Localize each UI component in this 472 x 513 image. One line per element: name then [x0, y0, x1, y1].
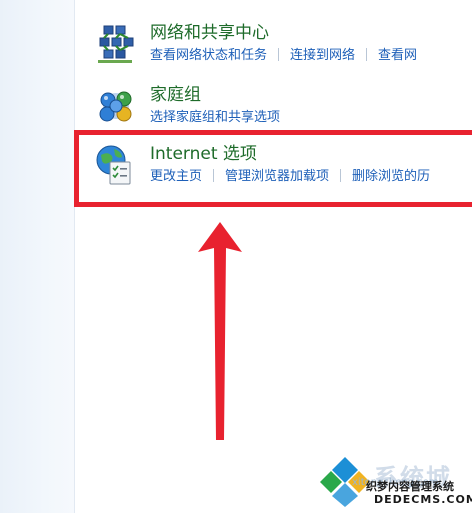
link-separator [366, 48, 368, 61]
homegroup-icon[interactable] [94, 84, 138, 128]
watermark-url: DEDECMS.COM [374, 493, 472, 506]
category-title[interactable]: 家庭组 [150, 84, 201, 106]
left-navigation-pane [0, 0, 75, 513]
watermark-cn-text: 织梦内容管理系统 [366, 480, 454, 493]
control-panel-page: 网络和共享中心 查看网络状态和任务 连接到网络 查看网 家庭组 选择家庭组和共享选项 [0, 0, 472, 513]
link-view-network-computers[interactable]: 查看网 [378, 48, 417, 63]
network-icon[interactable] [94, 22, 138, 66]
highlight-box [74, 130, 472, 207]
link-choose-homegroup-options[interactable]: 选择家庭组和共享选项 [150, 110, 280, 125]
category-links: 查看网络状态和任务 连接到网络 查看网 [150, 47, 417, 65]
link-connect-to-network[interactable]: 连接到网络 [290, 48, 355, 63]
category-links: 选择家庭组和共享选项 [150, 109, 280, 127]
link-separator [278, 48, 280, 61]
arrow-up-icon [198, 222, 242, 440]
link-view-network-status[interactable]: 查看网络状态和任务 [150, 48, 267, 63]
category-title[interactable]: 网络和共享中心 [150, 22, 269, 44]
